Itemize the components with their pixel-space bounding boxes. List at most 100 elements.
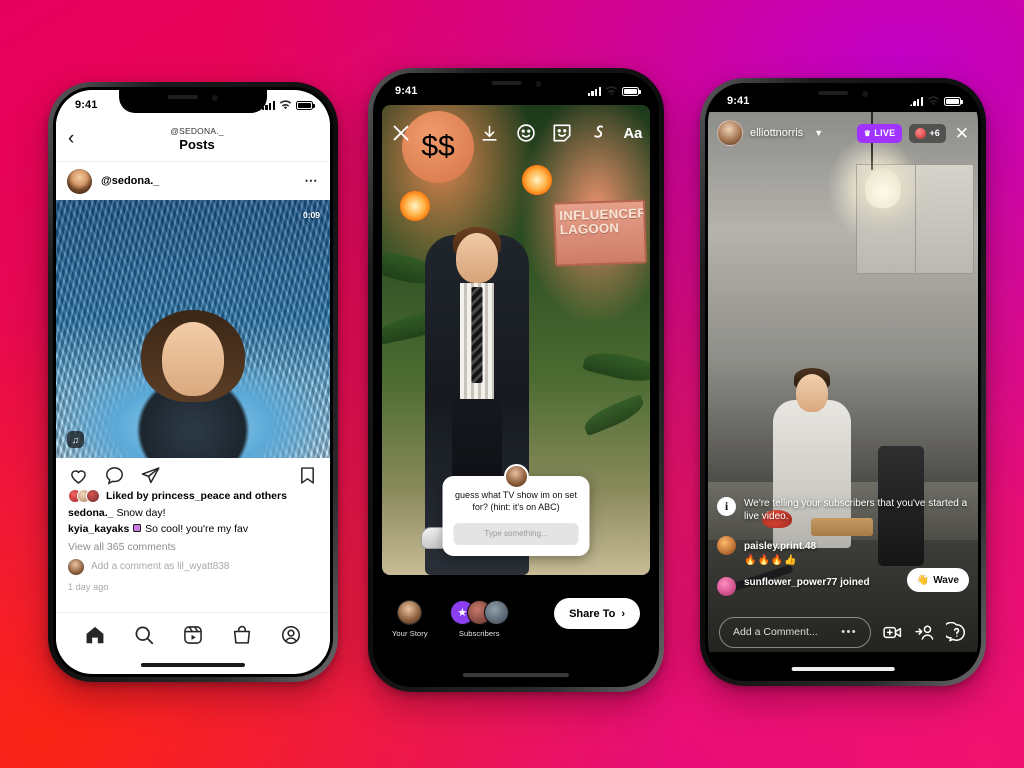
post-author-row: @sedona._ ⋯ xyxy=(56,162,330,200)
subscribers-label: Subscribers xyxy=(458,629,500,638)
caption-username[interactable]: sedona._ xyxy=(68,507,114,519)
profile-icon[interactable] xyxy=(280,624,302,646)
header-username: @SEDONA._ xyxy=(170,125,224,136)
battery-icon xyxy=(944,96,963,106)
search-icon[interactable] xyxy=(133,624,155,646)
comment-input[interactable]: Add a Comment... ••• xyxy=(719,616,871,648)
close-icon[interactable] xyxy=(390,122,412,144)
sticker-icon[interactable] xyxy=(551,122,573,144)
question-answer-input[interactable]: Type something... xyxy=(453,522,579,545)
caption-text: Snow day! xyxy=(116,507,166,519)
share-to-label: Share To xyxy=(569,607,616,620)
bookmark-icon[interactable] xyxy=(297,465,318,486)
phone-live: 9:41 elliottnorris ▼ ♛ LIVE +6 ✕ i We're… xyxy=(700,78,986,686)
smiley-face-icon[interactable] xyxy=(515,122,537,144)
join-notice: sunflower_power77 joined xyxy=(744,577,870,588)
avatar[interactable] xyxy=(717,120,743,146)
home-icon[interactable] xyxy=(84,624,106,646)
viewer-count-badge[interactable]: +6 xyxy=(909,123,946,143)
live-comment-feed: i We're telling your subscribers that yo… xyxy=(717,496,969,596)
status-time: 9:41 xyxy=(727,95,750,107)
battery-icon xyxy=(296,100,315,110)
story-share-bar: Your Story ★ Subscribers Share To › xyxy=(376,588,656,666)
add-person-icon[interactable] xyxy=(914,622,935,643)
wifi-icon xyxy=(279,99,292,109)
reels-icon[interactable] xyxy=(182,624,204,646)
more-options-icon[interactable]: ⋯ xyxy=(304,173,319,189)
comment-username[interactable]: paisley.print.48 xyxy=(744,541,816,552)
showcase-background: 9:41 ‹ @SEDONA._ Posts @sedona._ ⋯ 0:09 … xyxy=(0,0,1024,768)
more-options-icon[interactable]: ••• xyxy=(841,626,857,638)
wifi-icon xyxy=(605,85,618,95)
avatar[interactable] xyxy=(67,168,92,194)
squiggle-draw-icon[interactable] xyxy=(587,122,609,144)
home-indicator xyxy=(140,662,246,667)
info-icon: i xyxy=(717,496,736,516)
add-video-icon[interactable] xyxy=(882,622,903,643)
wave-hand-icon: 👋 xyxy=(916,574,930,586)
post-username[interactable]: @sedona._ xyxy=(101,175,304,187)
post-media[interactable]: 0:09 ♫ xyxy=(56,200,330,458)
lagoon-sign: INFLUENCER LAGOON xyxy=(552,199,648,267)
emoji-glyph-icon xyxy=(133,524,142,533)
liked-by-avatars xyxy=(68,489,100,503)
bottom-nav xyxy=(56,612,330,656)
your-story-label: Your Story xyxy=(392,629,428,638)
device-notch xyxy=(119,90,267,113)
comment-icon[interactable] xyxy=(104,465,125,486)
download-icon[interactable] xyxy=(480,124,499,143)
live-label: LIVE xyxy=(874,128,896,138)
story-toolbar: Aa xyxy=(376,116,656,150)
comment-placeholder: Add a Comment... xyxy=(733,626,818,638)
feed-header: ‹ @SEDONA._ Posts xyxy=(56,116,330,162)
shop-icon[interactable] xyxy=(231,624,253,646)
your-story-option[interactable]: Your Story xyxy=(392,600,428,638)
live-header: elliottnorris ▼ ♛ LIVE +6 ✕ xyxy=(708,112,978,154)
post-comment: kyia_kayaks So cool! you're my fav xyxy=(68,523,318,537)
liked-by-row[interactable]: Liked by princess_peace and others xyxy=(68,489,318,503)
view-all-comments-link[interactable]: View all 365 comments xyxy=(68,541,318,553)
wave-label: Wave xyxy=(933,574,959,586)
avatar xyxy=(397,600,423,625)
live-action-bar: Add a Comment... ••• xyxy=(708,606,978,658)
battery-icon xyxy=(622,86,641,96)
avatar[interactable] xyxy=(717,536,736,555)
add-comment-placeholder: Add a comment as lil_wyatt838 xyxy=(91,561,230,573)
share-to-button[interactable]: Share To › xyxy=(554,598,640,629)
post-timestamp: 1 day ago xyxy=(68,581,109,592)
status-time: 9:41 xyxy=(395,85,418,97)
subscribers-option[interactable]: ★ Subscribers xyxy=(449,600,509,638)
avatar[interactable] xyxy=(717,577,736,596)
question-sticker[interactable]: guess what TV show im on set for? (hint:… xyxy=(442,464,590,556)
wave-button[interactable]: 👋 Wave xyxy=(906,568,969,592)
audio-toggle-icon[interactable]: ♫ xyxy=(67,431,84,448)
device-notch xyxy=(770,86,916,109)
video-timestamp: 0:09 xyxy=(302,210,320,220)
share-icon[interactable] xyxy=(140,465,161,486)
phone-story: 9:41 $$ INFLUENCER LAGOON Aa guess what … xyxy=(368,68,664,692)
close-icon[interactable]: ✕ xyxy=(955,125,969,142)
post-caption: sedona._ Snow day! xyxy=(68,507,318,521)
person-face xyxy=(162,322,224,396)
home-indicator xyxy=(791,666,895,671)
pendant-lamp xyxy=(864,168,901,208)
comment-username[interactable]: kyia_kayaks xyxy=(68,523,129,535)
chevron-down-icon[interactable]: ▼ xyxy=(814,128,823,138)
broadcaster-username[interactable]: elliottnorris xyxy=(750,127,803,139)
heart-icon[interactable] xyxy=(68,465,89,486)
text-aa-icon[interactable]: Aa xyxy=(623,125,642,142)
live-badge: ♛ LIVE xyxy=(856,123,903,143)
avatar xyxy=(68,558,84,575)
chevron-right-icon: › xyxy=(621,607,625,620)
viewer-count-label: +6 xyxy=(929,128,940,138)
wifi-icon xyxy=(927,95,940,105)
home-indicator xyxy=(462,672,570,677)
system-message: i We're telling your subscribers that yo… xyxy=(717,496,969,523)
comment-text: 🔥🔥🔥👍 xyxy=(744,555,798,566)
question-circle-icon[interactable] xyxy=(946,621,967,643)
post-actions xyxy=(56,458,330,492)
device-notch xyxy=(440,76,592,99)
add-comment-row[interactable]: Add a comment as lil_wyatt838 xyxy=(68,558,318,575)
comment-text: So cool! you're my fav xyxy=(145,522,249,535)
post-details: Liked by princess_peace and others sedon… xyxy=(56,489,330,592)
